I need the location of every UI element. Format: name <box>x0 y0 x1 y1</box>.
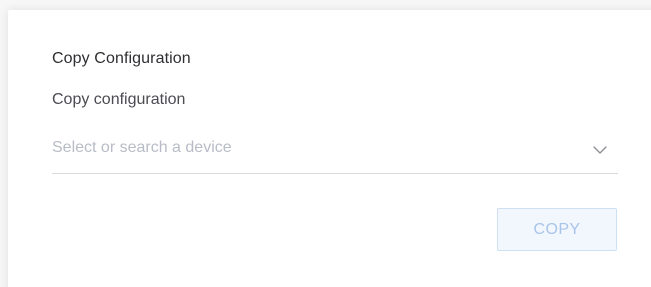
device-select[interactable]: Select or search a device <box>52 130 618 174</box>
screen: Copy Configuration Copy configuration Se… <box>0 0 651 287</box>
field-label: Copy configuration <box>52 91 186 108</box>
copy-button[interactable]: COPY <box>497 208 617 251</box>
panel-title: Copy Configuration <box>52 50 191 67</box>
chevron-down-icon <box>593 146 607 154</box>
device-select-placeholder: Select or search a device <box>52 139 232 156</box>
